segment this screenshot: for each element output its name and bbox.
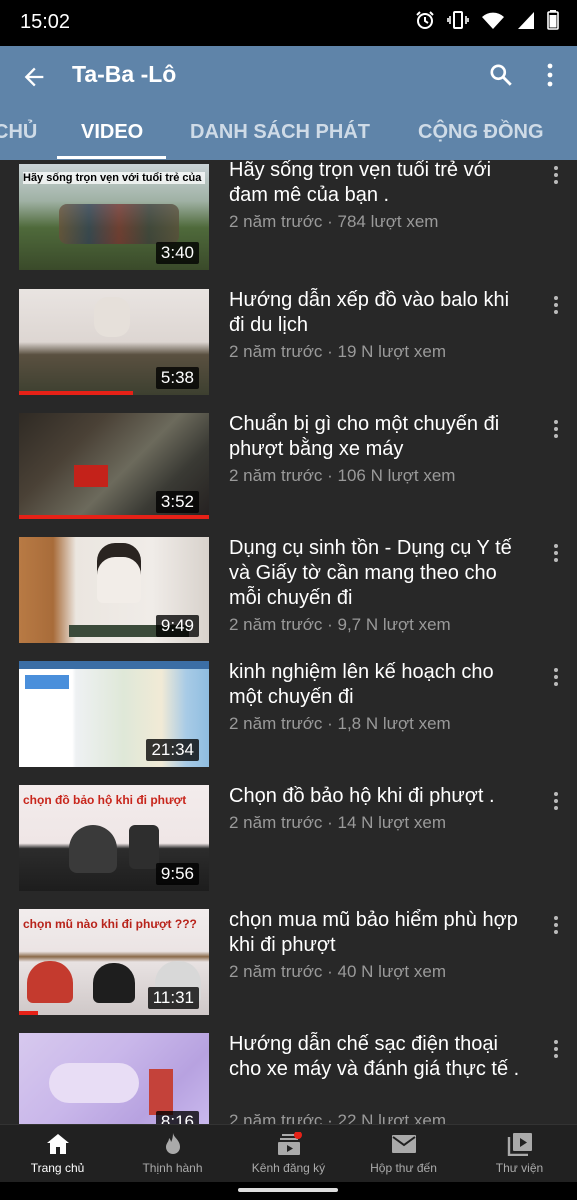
thumbnail-caption: chọn đồ bảo hộ khi đi phượt [23,793,187,807]
video-duration: 3:40 [155,242,199,264]
video-duration: 21:34 [146,739,199,761]
video-thumbnail[interactable]: 21:34 [19,661,209,767]
subscriptions-icon [277,1132,302,1155]
video-thumbnail[interactable]: chọn mũ nào khi đi phượt ??? 11:31 [19,909,209,1015]
thumbnail-caption: chọn mũ nào khi đi phượt ??? [23,917,197,931]
video-duration: 9:49 [155,615,199,637]
video-meta: 2 năm trước · 14 N lượt xem [229,813,446,832]
video-thumbnail[interactable]: 5:38 [19,289,209,395]
home-icon [46,1134,69,1154]
system-gesture-bar [0,1182,577,1200]
video-title[interactable]: Chọn đồ bảo hộ khi đi phượt . [229,784,529,809]
home-gesture-pill[interactable] [238,1188,338,1192]
nav-label: Thịnh hành [142,1161,203,1175]
video-title[interactable]: Hướng dẫn chế sạc điện thoại cho xe máy … [229,1032,529,1082]
video-more-icon[interactable] [548,666,564,688]
nav-inbox[interactable]: Hộp thư đến [346,1125,461,1183]
alarm-icon [416,11,434,29]
video-title[interactable]: Chuẩn bị gì cho một chuyến đi phượt bằng… [229,412,529,462]
video-meta: 2 năm trước · 784 lượt xem [229,212,439,231]
video-item[interactable]: 3:52 Chuẩn bị gì cho một chuyến đi phượt… [0,408,577,526]
bottom-navigation: Trang chủ Thịnh hành Kênh đăng ký Hộp th… [0,1124,577,1183]
nav-subscriptions[interactable]: Kênh đăng ký [231,1125,346,1183]
thumbnail-caption: Hãy sống trọn vẹn với tuổi trẻ của bạn [23,172,205,184]
video-item[interactable]: 9:49 Dụng cụ sinh tồn - Dụng cụ Y tế và … [0,532,577,650]
video-title[interactable]: chọn mua mũ bảo hiểm phù hợp khi đi phượ… [229,908,529,958]
status-bar: 15:02 [0,0,577,46]
video-meta: 2 năm trước · 1,8 N lượt xem [229,714,451,733]
tab-playlists[interactable]: DANH SÁCH PHÁT [190,121,370,144]
video-more-icon[interactable] [548,418,564,440]
video-title[interactable]: Dụng cụ sinh tồn - Dụng cụ Y tế và Giấy … [229,536,529,611]
video-thumbnail[interactable]: 3:52 [19,413,209,519]
video-thumbnail[interactable]: 9:49 [19,537,209,643]
nav-home[interactable]: Trang chủ [0,1125,115,1183]
inbox-icon [391,1135,416,1153]
video-thumbnail[interactable]: Hãy sống trọn vẹn với tuổi trẻ của bạn 3… [19,164,209,270]
video-meta: 2 năm trước · 106 N lượt xem [229,466,456,485]
vibrate-icon [447,11,469,29]
video-title[interactable]: Hãy sống trọn vẹn tuổi trẻ với đam mê củ… [229,160,529,208]
more-vert-icon[interactable] [540,62,560,88]
video-duration: 11:31 [147,987,199,1009]
status-time: 15:02 [20,11,71,33]
video-more-icon[interactable] [548,1038,564,1060]
wifi-icon [482,12,504,29]
video-meta: 2 năm trước · 19 N lượt xem [229,342,446,361]
tab-video[interactable]: VIDEO [81,121,143,144]
tab-community[interactable]: CỘNG ĐỒNG [418,121,544,144]
back-arrow-icon[interactable] [20,63,48,91]
video-item[interactable]: 8:16 Hướng dẫn chế sạc điện thoại cho xe… [0,1028,577,1124]
video-more-icon[interactable] [548,914,564,936]
video-duration: 5:38 [155,367,199,389]
watch-progress-bar [19,1011,38,1015]
video-meta: 2 năm trước · 9,7 N lượt xem [229,615,451,634]
search-icon[interactable] [488,62,514,88]
nav-label: Thư viện [495,1161,544,1175]
video-item[interactable]: Hãy sống trọn vẹn với tuổi trẻ của bạn 3… [0,160,577,272]
video-thumbnail[interactable]: chọn đồ bảo hộ khi đi phượt 9:56 [19,785,209,891]
nav-label: Trang chủ [30,1161,85,1175]
video-meta: 2 năm trước · 40 N lượt xem [229,962,446,981]
status-icons [415,10,559,30]
video-meta: 2 năm trước · 22 N lượt xem [229,1111,446,1124]
flame-icon [165,1133,180,1154]
video-more-icon[interactable] [548,542,564,564]
library-icon [507,1133,532,1156]
nav-label: Hộp thư đến [370,1161,437,1175]
watch-progress-bar [19,391,133,395]
video-list[interactable]: Hãy sống trọn vẹn với tuổi trẻ của bạn 3… [0,160,577,1124]
video-item[interactable]: 5:38 Hướng dẫn xếp đồ vào balo khi đi du… [0,284,577,402]
video-title[interactable]: Hướng dẫn xếp đồ vào balo khi đi du lịch [229,288,529,338]
video-item[interactable]: chọn mũ nào khi đi phượt ??? 11:31 chọn … [0,904,577,1022]
tab-home[interactable]: CHỦ [0,121,37,144]
video-title[interactable]: kinh nghiệm lên kế hoạch cho một chuyến … [229,660,529,710]
video-duration: 3:52 [155,491,199,513]
active-tab-indicator [57,156,166,159]
video-duration: 8:16 [155,1111,199,1124]
nav-trending[interactable]: Thịnh hành [115,1125,230,1183]
video-more-icon[interactable] [548,790,564,812]
channel-title: Ta-Ba -Lô [72,61,177,87]
video-more-icon[interactable] [548,294,564,316]
video-more-icon[interactable] [548,164,564,186]
video-item[interactable]: chọn đồ bảo hộ khi đi phượt 9:56 Chọn đồ… [0,780,577,898]
video-duration: 9:56 [155,863,199,885]
signal-icon [518,12,534,29]
nav-label: Kênh đăng ký [251,1161,326,1175]
battery-icon [547,10,559,30]
watch-progress-bar [19,515,209,519]
channel-app-bar: Ta-Ba -Lô CHỦ VIDEO DANH SÁCH PHÁT CỘNG … [0,46,577,160]
video-item[interactable]: 21:34 kinh nghiệm lên kế hoạch cho một c… [0,656,577,774]
video-thumbnail[interactable]: 8:16 [19,1033,209,1124]
nav-library[interactable]: Thư viện [462,1125,577,1183]
